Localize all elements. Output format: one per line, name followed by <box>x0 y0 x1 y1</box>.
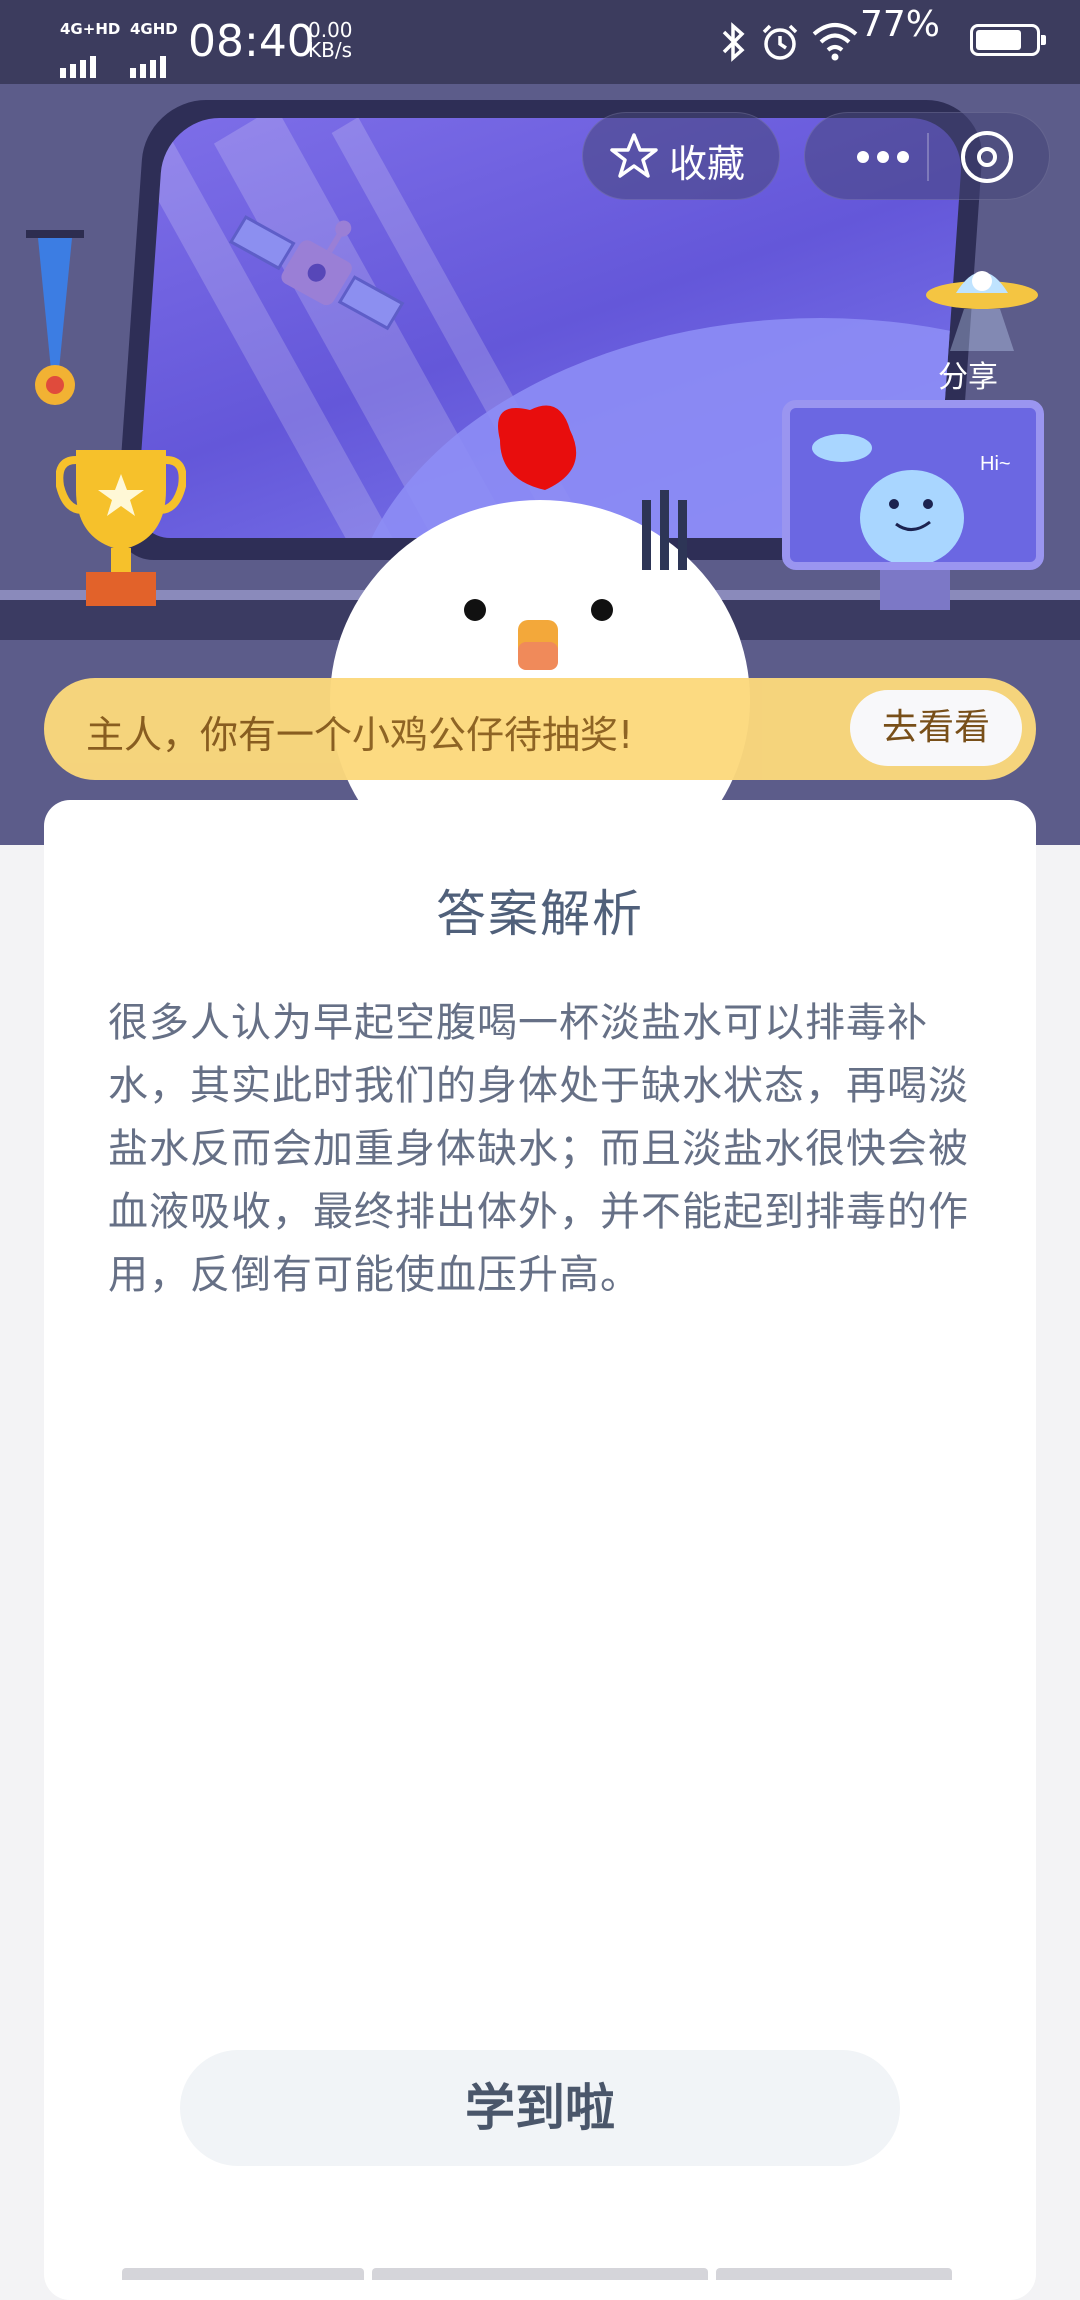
go-see-button[interactable]: 去看看 <box>850 690 1022 766</box>
prize-banner: 主人，你有一个小鸡公仔待抽奖! 去看看 <box>44 678 1036 780</box>
speed-value: 0.00 <box>308 18 353 42</box>
bluetooth-icon <box>722 22 745 62</box>
favorite-label: 收藏 <box>669 142 746 186</box>
monitor-stand <box>880 570 950 610</box>
battery-percent: 77% <box>859 4 940 45</box>
share-ufo-icon[interactable] <box>922 255 1040 355</box>
battery-icon <box>970 24 1046 56</box>
speed-unit: KB/s <box>308 38 352 62</box>
wifi-icon <box>812 23 858 61</box>
alarm-icon <box>762 24 798 60</box>
card-title: 答案解析 <box>436 885 644 943</box>
answer-card: 答案解析 很多人认为早起空腹喝一杯淡盐水可以排毒补水，其实此时我们的身体处于缺水… <box>44 800 1036 2300</box>
medal-icon <box>26 230 84 405</box>
status-bar: 4G+HD 4GHD 08:40 0.00 KB/s 77% <box>0 0 1080 84</box>
clock: 08:40 <box>188 16 315 67</box>
monitor-screen: Hi~ <box>782 400 1044 570</box>
favorite-button[interactable]: 收藏 <box>582 112 780 200</box>
capsule-divider <box>927 133 929 181</box>
bottom-tab-stub <box>372 2268 708 2280</box>
share-label[interactable]: 分享 <box>938 352 998 396</box>
satellite-icon <box>228 215 405 331</box>
more-icon[interactable] <box>843 139 923 175</box>
close-mini-program-icon[interactable] <box>959 129 1015 185</box>
sim1-label: 4G+HD <box>60 20 121 38</box>
star-icon <box>610 133 658 178</box>
trophy-icon <box>56 450 186 606</box>
network-speed: 0.00 KB/s <box>308 20 353 60</box>
banner-text: 主人，你有一个小鸡公仔待抽奖! <box>86 713 634 757</box>
bottom-tab-stub <box>716 2268 952 2280</box>
answer-explanation: 很多人认为早起空腹喝一杯淡盐水可以排毒补水，其实此时我们的身体处于缺水状态，再喝… <box>108 1000 969 1298</box>
speech-text: Hi~ <box>980 453 1011 475</box>
sim2-label: 4GHD <box>130 20 178 38</box>
learned-button[interactable]: 学到啦 <box>180 2050 900 2166</box>
mini-program-capsule <box>804 112 1050 200</box>
alien-illustration: Hi~ <box>812 434 1011 562</box>
battery-level <box>976 30 1021 50</box>
bottom-tab-stub <box>122 2268 364 2280</box>
